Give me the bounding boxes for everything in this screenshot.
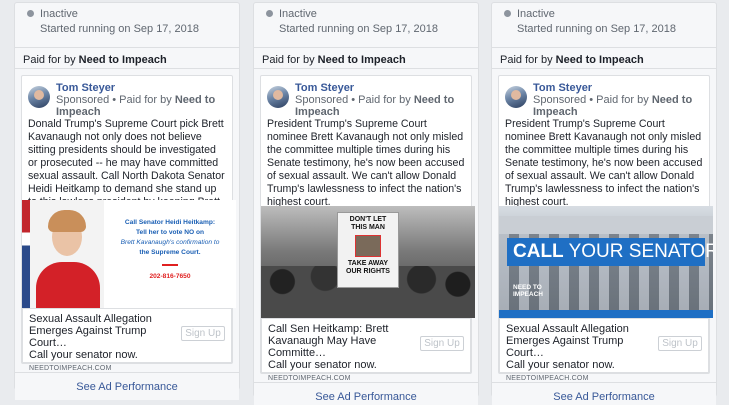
- funding-entity: Need to Impeach: [555, 54, 644, 66]
- link-url: NEEDTOIMPEACH.COM: [29, 365, 112, 372]
- link-preview[interactable]: Sexual Assault Allegation Emerges Agains…: [499, 318, 709, 382]
- started-date: Started running on Sep 17, 2018: [517, 23, 677, 35]
- ad-image[interactable]: DON'T LET THIS MAN TAKE AWAY OUR RIGHTS: [261, 206, 475, 318]
- advertiser-name[interactable]: Tom Steyer: [56, 82, 226, 94]
- inactive-dot-icon: [266, 10, 273, 17]
- image-text-line-1: Call Senator Heidi Heitkamp:: [124, 219, 216, 226]
- ad-copy: President Trump's Supreme Court nominee …: [505, 118, 703, 206]
- avatar[interactable]: [267, 86, 289, 108]
- started-date: Started running on Sep 17, 2018: [279, 23, 439, 35]
- sponsored-label: Sponsored: [295, 94, 349, 106]
- sponsored-label: Sponsored: [56, 94, 110, 106]
- ad-preview: Tom Steyer Sponsored • Paid for by Need …: [498, 75, 713, 382]
- link-preview[interactable]: Sexual Assault Allegation Emerges Agains…: [22, 308, 232, 372]
- ad-image[interactable]: CALL YOUR SENATOR NEED TO IMPEACH: [499, 206, 713, 318]
- ad-card-1: Inactive Started running on Sep 17, 2018…: [14, 2, 240, 400]
- advertiser-row: Tom Steyer Sponsored • Paid for by Need …: [499, 82, 709, 118]
- advertiser-row: Tom Steyer Sponsored • Paid for by Need …: [261, 82, 471, 118]
- status-row: Inactive: [492, 3, 716, 20]
- advertiser-name[interactable]: Tom Steyer: [533, 82, 703, 94]
- link-title[interactable]: Sexual Assault Allegation Emerges Agains…: [29, 313, 179, 349]
- status-row: Inactive: [254, 3, 478, 20]
- link-url: NEEDTOIMPEACH.COM: [268, 375, 351, 382]
- image-text-line-4: the Supreme Court.: [139, 249, 201, 256]
- ad-card-3: Inactive Started running on Sep 17, 2018…: [491, 2, 717, 405]
- paid-for-strip: Paid for by Need to Impeach: [254, 47, 478, 69]
- image-text-line-2: Tell her to vote NO on: [135, 229, 205, 236]
- court-pediment: [499, 216, 713, 234]
- blue-bottom-bar: [499, 310, 713, 318]
- banner-bold-text: CALL: [513, 241, 564, 262]
- paid-for-strip: Paid for by Need to Impeach: [492, 47, 716, 69]
- inactive-dot-icon: [504, 10, 511, 17]
- ad-image[interactable]: Call Senator Heidi Heitkamp: Tell her to…: [22, 200, 236, 308]
- sign-up-button[interactable]: Sign Up: [181, 326, 225, 341]
- image-phone: 202-816-7650: [149, 273, 191, 280]
- status-label: Inactive: [517, 7, 555, 20]
- protest-sign: DON'T LET THIS MAN TAKE AWAY OUR RIGHTS: [337, 212, 399, 288]
- status-label: Inactive: [40, 7, 78, 20]
- sign-bottom-text: TAKE AWAY OUR RIGHTS: [346, 260, 390, 275]
- sign-up-button[interactable]: Sign Up: [420, 336, 464, 351]
- image-text-line-3: Brett Kavanaugh's confirmation to: [120, 239, 220, 246]
- advertiser-name[interactable]: Tom Steyer: [295, 82, 465, 94]
- need-to-impeach-logo: NEED TO IMPEACH: [513, 284, 543, 298]
- call-banner: CALL YOUR SENATOR: [507, 238, 713, 266]
- ad-preview: Tom Steyer Sponsored • Paid for by Need …: [21, 75, 236, 372]
- funding-entity: Need to Impeach: [78, 54, 167, 66]
- link-description: Call your senator now.: [268, 359, 377, 371]
- sign-photo: [355, 235, 381, 257]
- link-preview[interactable]: Call Sen Heitkamp: Brett Kavanaugh May H…: [261, 318, 471, 382]
- link-title[interactable]: Call Sen Heitkamp: Brett Kavanaugh May H…: [268, 323, 418, 359]
- link-description: Call your senator now.: [29, 349, 138, 361]
- status-label: Inactive: [279, 7, 317, 20]
- ad-copy: President Trump's Supreme Court nominee …: [267, 118, 465, 206]
- see-ad-performance-link[interactable]: See Ad Performance: [492, 382, 716, 405]
- link-title[interactable]: Sexual Assault Allegation Emerges Agains…: [506, 323, 656, 359]
- banner-rest-text: YOUR SENATOR: [563, 241, 713, 262]
- sign-up-button[interactable]: Sign Up: [658, 336, 702, 351]
- funding-entity: Need to Impeach: [317, 54, 406, 66]
- link-description: Call your senator now.: [506, 359, 615, 371]
- avatar[interactable]: [28, 86, 50, 108]
- link-url: NEEDTOIMPEACH.COM: [506, 375, 589, 382]
- status-row: Inactive: [15, 3, 239, 20]
- sign-top-text: DON'T LET THIS MAN: [349, 216, 387, 231]
- portrait-image: [30, 200, 104, 308]
- advertiser-row: Tom Steyer Sponsored • Paid for by Need …: [22, 82, 232, 118]
- ad-card-2: Inactive Started running on Sep 17, 2018…: [253, 2, 479, 405]
- started-date: Started running on Sep 17, 2018: [40, 23, 200, 35]
- ad-copy: Donald Trump's Supreme Court pick Brett …: [28, 118, 225, 200]
- inactive-dot-icon: [27, 10, 34, 17]
- see-ad-performance-link[interactable]: See Ad Performance: [254, 382, 478, 405]
- see-ad-performance-link[interactable]: See Ad Performance: [15, 372, 239, 400]
- ad-preview: Tom Steyer Sponsored • Paid for by Need …: [260, 75, 475, 382]
- paid-for-strip: Paid for by Need to Impeach: [15, 47, 239, 69]
- avatar[interactable]: [505, 86, 527, 108]
- sponsored-label: Sponsored: [533, 94, 587, 106]
